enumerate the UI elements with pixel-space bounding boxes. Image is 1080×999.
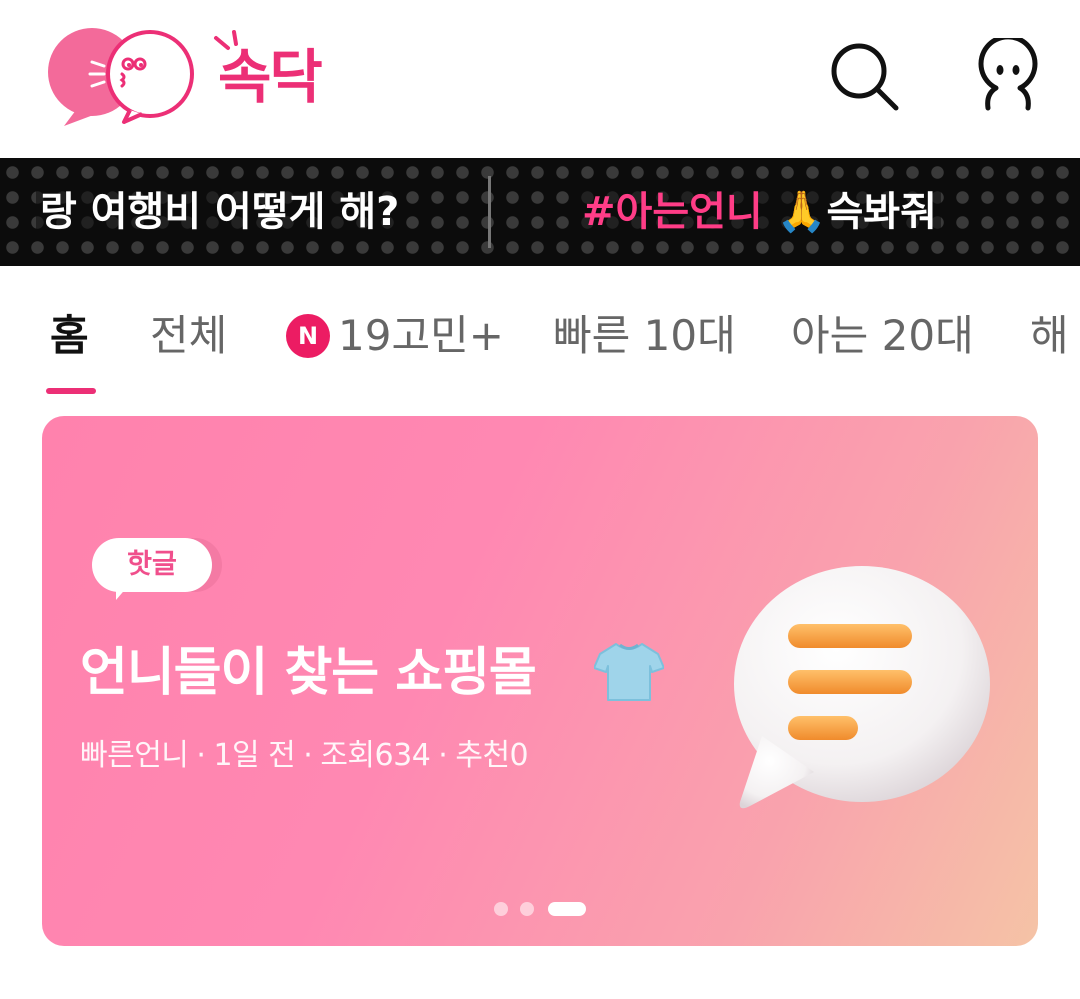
search-button[interactable] xyxy=(826,38,902,114)
app-logo[interactable]: 속닥 xyxy=(46,22,356,132)
post-author: 빠른언니 xyxy=(80,738,189,773)
pager-dot[interactable] xyxy=(494,902,508,916)
post-likes: 추천0 xyxy=(455,738,529,773)
banner-meta: 빠른언니 · 1일 전 · 조회634 · 추천0 xyxy=(80,738,529,773)
tab-label: 19고민+ xyxy=(338,311,504,360)
post-views: 조회634 xyxy=(320,738,431,773)
ticker-divider xyxy=(488,176,491,248)
active-tab-indicator xyxy=(46,388,96,394)
tab-all[interactable]: 전체 xyxy=(150,308,227,364)
ticker-item[interactable]: 랑 여행비 어떻게 해? xyxy=(36,185,404,239)
new-badge: N xyxy=(286,314,330,358)
tab-19-worries[interactable]: N 19고민+ xyxy=(286,308,504,364)
ticker-hashtag: #아는언니 xyxy=(582,189,763,235)
logo-wordmark: 속닥 xyxy=(218,43,323,111)
app-header: 속닥 xyxy=(0,0,1080,158)
profile-icon xyxy=(978,34,1038,111)
tab-more[interactable]: 해 xyxy=(1030,308,1069,364)
banner-title: 언니들이 찾는 쇼핑몰 xyxy=(80,643,537,703)
pager-dot-active[interactable] xyxy=(548,902,586,916)
hot-badge: 핫글 xyxy=(92,538,224,600)
chat-bubble-illustration xyxy=(734,566,990,809)
profile-button[interactable] xyxy=(970,34,1046,114)
hashtag-ticker[interactable]: 랑 여행비 어떻게 해? #아는언니 🙏슥봐줘 xyxy=(0,158,1080,266)
ticker-item-text: 슥봐줘 xyxy=(826,189,937,235)
category-tabs: 홈 전체 N 19고민+ 빠른 10대 아는 20대 해 xyxy=(0,290,1080,400)
hot-post-banner[interactable]: 핫글 언니들이 찾는 쇼핑몰 빠른언니 · 1일 전 · 조회634 · 추천0 xyxy=(42,416,1038,946)
post-time: 1일 전 xyxy=(213,738,296,773)
shirt-icon xyxy=(594,643,664,701)
tab-knowing-20s[interactable]: 아는 20대 xyxy=(791,308,974,364)
pray-emoji-icon: 🙏 xyxy=(776,189,827,235)
hot-badge-label: 핫글 xyxy=(127,549,177,580)
tab-home[interactable]: 홈 xyxy=(50,308,89,364)
search-icon xyxy=(831,43,899,111)
tab-fast-10s[interactable]: 빠른 10대 xyxy=(553,308,736,364)
pager-dot[interactable] xyxy=(520,902,534,916)
ticker-item[interactable]: #아는언니 🙏슥봐줘 xyxy=(578,185,941,239)
